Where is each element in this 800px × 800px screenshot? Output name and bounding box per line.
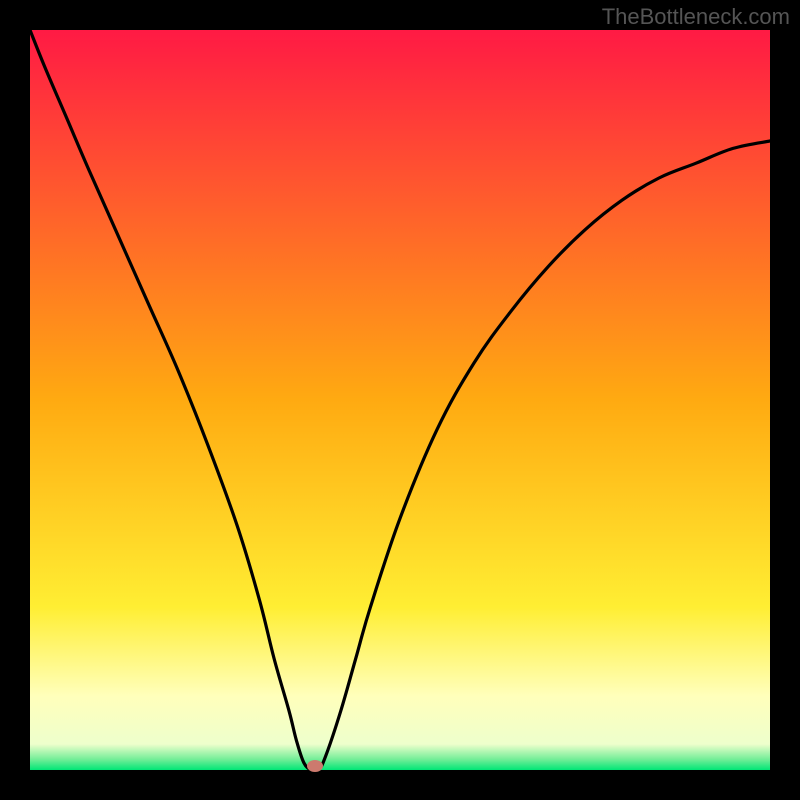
- chart-curve: [30, 30, 770, 770]
- chart-plot-area: [30, 30, 770, 770]
- minimum-marker: [307, 760, 323, 772]
- attribution-text: TheBottleneck.com: [602, 4, 790, 30]
